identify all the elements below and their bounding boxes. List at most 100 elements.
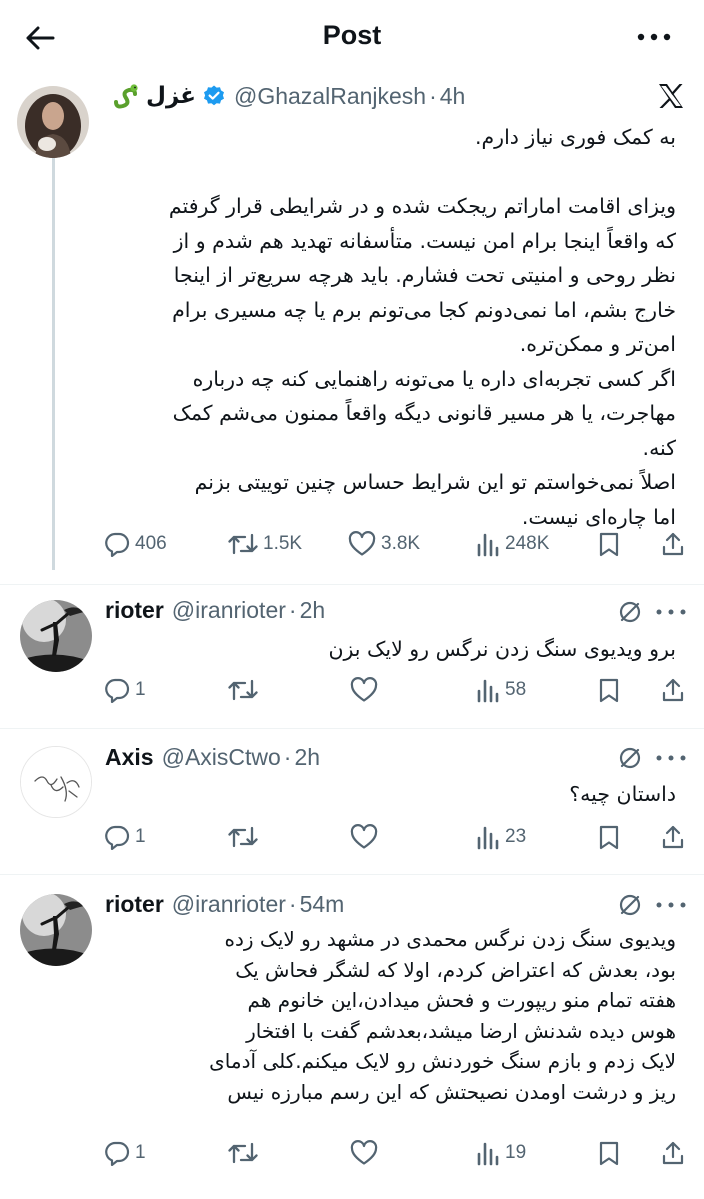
divider xyxy=(0,874,704,875)
repost-button[interactable] xyxy=(228,1133,258,1173)
like-button[interactable]: 3.8K xyxy=(348,524,420,564)
like-button[interactable] xyxy=(350,670,378,710)
reply-text-line: داستان چیه؟ xyxy=(569,782,676,806)
post-text-line: اگر کسی تجربه‌ای داره یا می‌تونه راهنمای… xyxy=(192,366,676,391)
username[interactable]: @GhazalRanjkesh xyxy=(234,83,426,110)
reply-meta: Axis @AxisCtwo · 2h xyxy=(105,741,320,773)
reply-text: داستان چیه؟ xyxy=(116,777,676,812)
views-button[interactable]: 23 xyxy=(476,817,526,857)
grok-icon[interactable] xyxy=(618,746,642,770)
views-icon xyxy=(477,679,499,703)
timestamp[interactable]: 4h xyxy=(440,83,466,110)
share-button[interactable] xyxy=(661,1133,685,1173)
views-button[interactable]: 248K xyxy=(476,524,549,564)
reply-icon xyxy=(105,532,130,557)
username[interactable]: @AxisCtwo xyxy=(162,744,281,771)
bookmark-button[interactable] xyxy=(598,670,620,710)
repost-icon xyxy=(228,826,258,848)
reply-button[interactable]: 1 xyxy=(104,670,146,710)
reply-actions: 1 58 xyxy=(0,670,704,710)
grok-icon[interactable] xyxy=(618,600,642,624)
reply-corner-actions xyxy=(618,746,686,770)
post-text-line: نظر روحی و امنیتی تحت فشارم. باید هرچه س… xyxy=(173,263,676,287)
post-text-line: کنه. xyxy=(642,435,676,460)
avatar[interactable] xyxy=(20,600,92,672)
username[interactable]: @iranrioter xyxy=(172,597,286,624)
bookmark-button[interactable] xyxy=(598,524,620,564)
post-text-line xyxy=(36,155,676,190)
divider xyxy=(0,584,704,585)
display-name[interactable]: غزل xyxy=(146,83,196,109)
avatar[interactable] xyxy=(20,894,92,966)
views-count: 248K xyxy=(505,533,550,554)
reply-text: برو ویدیوی سنگ زدن نرگس رو لایک بزن xyxy=(116,632,676,667)
reply-button[interactable]: 406 xyxy=(104,524,167,564)
reply-icon xyxy=(105,1141,130,1166)
post-meta: غزل @GhazalRanjkesh · 4h xyxy=(112,80,465,112)
share-icon xyxy=(662,532,684,556)
more-icon[interactable] xyxy=(656,901,686,909)
repost-button[interactable]: 1.5K xyxy=(228,524,302,564)
more-icon[interactable] xyxy=(656,608,686,616)
reply-text-line: هفته تمام منو ریپورت و فحش میدادن،این خا… xyxy=(247,988,676,1012)
post-text-line: که واقعاً اینجا برام امن نیست. متأسفانه … xyxy=(173,228,676,253)
views-count: 19 xyxy=(505,1142,527,1163)
reply-corner-actions xyxy=(618,893,686,917)
share-button[interactable] xyxy=(661,524,685,564)
reply-text: ویدیوی سنگ زدن نرگس محمدی در مشهد رو لای… xyxy=(96,924,676,1107)
like-icon xyxy=(348,531,376,556)
bookmark-button[interactable] xyxy=(598,817,620,857)
avatar[interactable] xyxy=(20,746,92,818)
reply-meta: rioter @iranrioter · 2h xyxy=(105,594,325,626)
display-name[interactable]: rioter xyxy=(105,891,164,918)
timestamp[interactable]: 2h xyxy=(300,597,326,624)
reply-button[interactable]: 1 xyxy=(104,1133,146,1173)
post-text-line: ویزای اقامت اماراتم ریجکت شده و در شرایط… xyxy=(168,194,676,218)
repost-button[interactable] xyxy=(228,817,258,857)
bookmark-icon xyxy=(599,1141,619,1166)
post-text: به کمک فوری نیاز دارم. ویزای اقامت امارا… xyxy=(36,120,676,534)
post-text-line: مهاجرت، یا هر مسیر قانونی دیگه واقعاً مم… xyxy=(172,401,676,425)
reply-text-line: ریز و درشت اومدن نصیحتش که این رسم مبارز… xyxy=(227,1079,676,1104)
repost-button[interactable] xyxy=(228,670,258,710)
reply-text-line: ویدیوی سنگ زدن نرگس محمدی در مشهد رو لای… xyxy=(224,927,676,951)
bookmark-icon xyxy=(599,532,619,557)
views-count: 23 xyxy=(505,826,527,847)
like-button[interactable] xyxy=(350,817,378,857)
views-button[interactable]: 19 xyxy=(476,1133,526,1173)
header-more-button[interactable] xyxy=(634,22,674,52)
username[interactable]: @iranrioter xyxy=(172,891,286,918)
x-logo-icon xyxy=(659,84,683,108)
meta-separator: · xyxy=(283,743,292,770)
more-icon[interactable] xyxy=(656,754,686,762)
bookmark-icon xyxy=(599,678,619,703)
x-logo-button[interactable] xyxy=(657,83,687,111)
timestamp[interactable]: 2h xyxy=(294,744,320,771)
views-button[interactable]: 58 xyxy=(476,670,526,710)
post-actions: 406 1.5K 3.8K 248K xyxy=(0,524,704,564)
views-icon xyxy=(477,533,499,557)
bookmark-button[interactable] xyxy=(598,1133,620,1173)
grok-icon[interactable] xyxy=(618,893,642,917)
verified-badge-icon xyxy=(203,85,224,106)
like-button[interactable] xyxy=(350,1133,378,1173)
reply-count: 1 xyxy=(135,679,146,700)
bookmark-icon xyxy=(599,825,619,850)
share-icon xyxy=(662,678,684,702)
repost-icon xyxy=(228,533,258,555)
reply-icon xyxy=(105,825,130,850)
display-name[interactable]: rioter xyxy=(105,597,164,624)
share-button[interactable] xyxy=(661,817,685,857)
reply-count: 1 xyxy=(135,1142,146,1163)
views-icon xyxy=(477,1142,499,1166)
share-icon xyxy=(662,825,684,849)
meta-separator: · xyxy=(288,596,297,623)
share-button[interactable] xyxy=(661,670,685,710)
page-title: Post xyxy=(322,20,382,50)
timestamp[interactable]: 54m xyxy=(300,891,345,918)
display-name[interactable]: Axis xyxy=(105,744,154,771)
reply-icon xyxy=(105,678,130,703)
top-bar: Post xyxy=(0,0,704,74)
like-icon xyxy=(350,824,378,849)
reply-button[interactable]: 1 xyxy=(104,817,146,857)
